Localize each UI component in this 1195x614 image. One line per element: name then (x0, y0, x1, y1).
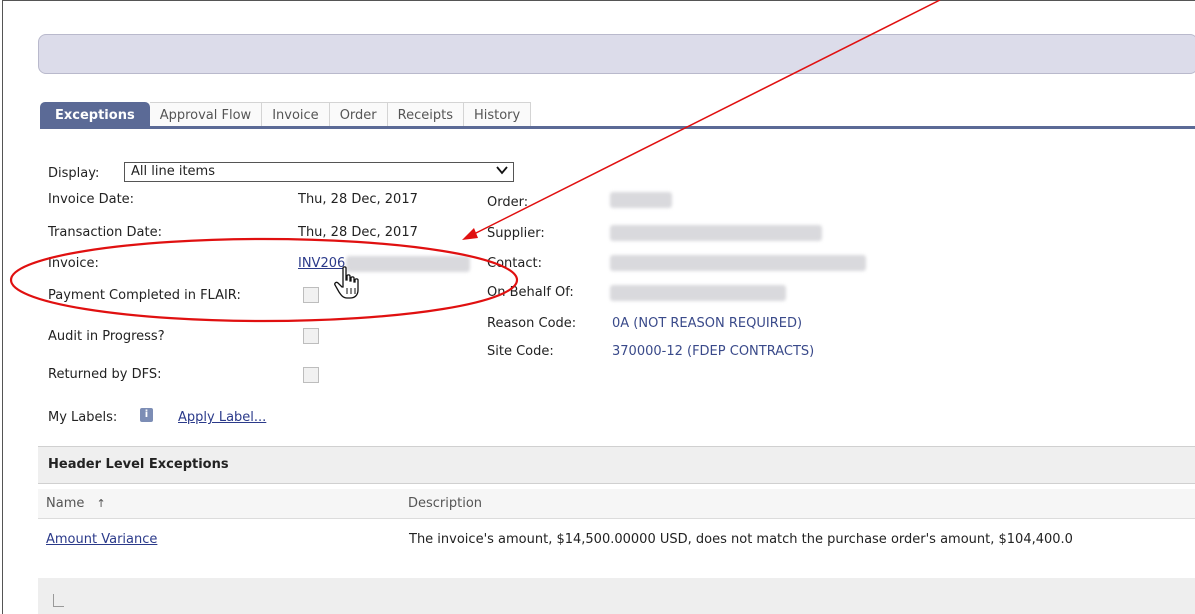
hand-cursor-icon (334, 266, 359, 299)
annotation-overlay (9, 0, 941, 323)
annotation-arrowhead (462, 228, 478, 240)
annotation-ellipse (9, 237, 519, 323)
annotation-arrow-line (471, 0, 941, 236)
